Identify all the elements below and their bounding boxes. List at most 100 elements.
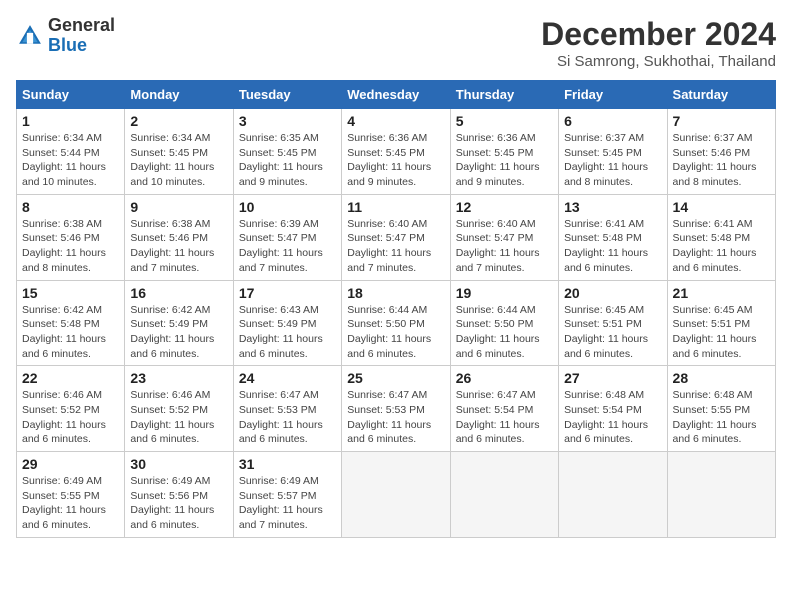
day-detail: Sunrise: 6:45 AM Sunset: 5:51 PM Dayligh… [564, 303, 661, 362]
day-detail: Sunrise: 6:38 AM Sunset: 5:46 PM Dayligh… [130, 217, 227, 276]
header-cell-saturday: Saturday [667, 81, 775, 109]
day-number: 26 [456, 370, 553, 386]
day-number: 6 [564, 113, 661, 129]
day-number: 22 [22, 370, 119, 386]
day-cell: 5Sunrise: 6:36 AM Sunset: 5:45 PM Daylig… [450, 109, 558, 195]
day-number: 31 [239, 456, 336, 472]
day-detail: Sunrise: 6:48 AM Sunset: 5:55 PM Dayligh… [673, 388, 770, 447]
day-detail: Sunrise: 6:49 AM Sunset: 5:56 PM Dayligh… [130, 474, 227, 533]
day-detail: Sunrise: 6:40 AM Sunset: 5:47 PM Dayligh… [456, 217, 553, 276]
day-detail: Sunrise: 6:46 AM Sunset: 5:52 PM Dayligh… [22, 388, 119, 447]
logo: General Blue [16, 16, 115, 56]
day-detail: Sunrise: 6:42 AM Sunset: 5:49 PM Dayligh… [130, 303, 227, 362]
day-number: 25 [347, 370, 444, 386]
day-number: 19 [456, 285, 553, 301]
day-cell: 13 Sunrise: 6:41 AM Sunset: 5:48 PM Dayli… [559, 194, 667, 280]
day-cell: 7Sunrise: 6:37 AM Sunset: 5:46 PM Daylig… [667, 109, 775, 195]
day-detail: Sunrise: 6:41 AM Sunset: 5:48 PM Dayligh… [564, 217, 661, 276]
month-title: December 2024 [541, 16, 776, 53]
day-detail: Sunrise: 6:34 AM Sunset: 5:44 PM Dayligh… [22, 131, 119, 190]
day-cell: 23Sunrise: 6:46 AM Sunset: 5:52 PM Dayli… [125, 366, 233, 452]
calendar-body: 1Sunrise: 6:34 AM Sunset: 5:44 PM Daylig… [17, 109, 776, 538]
logo-general: General [48, 16, 115, 36]
day-cell: 21 Sunrise: 6:45 AM Sunset: 5:51 PM Dayli… [667, 280, 775, 366]
day-detail: Sunrise: 6:49 AM Sunset: 5:57 PM Dayligh… [239, 474, 336, 533]
week-row-2: 8 Sunrise: 6:38 AM Sunset: 5:46 PM Daylig… [17, 194, 776, 280]
day-cell: 25Sunrise: 6:47 AM Sunset: 5:53 PM Dayli… [342, 366, 450, 452]
day-cell: 26 Sunrise: 6:47 AM Sunset: 5:54 PM Dayli… [450, 366, 558, 452]
day-cell [559, 452, 667, 538]
day-detail: Sunrise: 6:37 AM Sunset: 5:45 PM Dayligh… [564, 131, 661, 190]
header-cell-monday: Monday [125, 81, 233, 109]
day-number: 20 [564, 285, 661, 301]
day-cell: 4 Sunrise: 6:36 AM Sunset: 5:45 PM Daylig… [342, 109, 450, 195]
day-detail: Sunrise: 6:39 AM Sunset: 5:47 PM Dayligh… [239, 217, 336, 276]
day-number: 30 [130, 456, 227, 472]
day-detail: Sunrise: 6:38 AM Sunset: 5:46 PM Dayligh… [22, 217, 119, 276]
day-cell: 17Sunrise: 6:43 AM Sunset: 5:49 PM Dayli… [233, 280, 341, 366]
day-number: 4 [347, 113, 444, 129]
day-number: 8 [22, 199, 119, 215]
location: Si Samrong, Sukhothai, Thailand [541, 53, 776, 70]
logo-blue: Blue [48, 36, 115, 56]
day-cell: 30 Sunrise: 6:49 AM Sunset: 5:56 PM Dayli… [125, 452, 233, 538]
day-cell: 14 Sunrise: 6:41 AM Sunset: 5:48 PM Dayli… [667, 194, 775, 280]
day-cell: 20 Sunrise: 6:45 AM Sunset: 5:51 PM Dayli… [559, 280, 667, 366]
day-cell: 3Sunrise: 6:35 AM Sunset: 5:45 PM Daylig… [233, 109, 341, 195]
day-number: 21 [673, 285, 770, 301]
day-detail: Sunrise: 6:41 AM Sunset: 5:48 PM Dayligh… [673, 217, 770, 276]
day-cell: 18Sunrise: 6:44 AM Sunset: 5:50 PM Dayli… [342, 280, 450, 366]
day-cell: 31 Sunrise: 6:49 AM Sunset: 5:57 PM Dayli… [233, 452, 341, 538]
day-number: 29 [22, 456, 119, 472]
day-number: 18 [347, 285, 444, 301]
page-header: General Blue December 2024 Si Samrong, S… [16, 16, 776, 70]
calendar-table: SundayMondayTuesdayWednesdayThursdayFrid… [16, 80, 776, 538]
day-detail: Sunrise: 6:44 AM Sunset: 5:50 PM Dayligh… [456, 303, 553, 362]
day-number: 10 [239, 199, 336, 215]
day-detail: Sunrise: 6:42 AM Sunset: 5:48 PM Dayligh… [22, 303, 119, 362]
day-cell: 29 Sunrise: 6:49 AM Sunset: 5:55 PM Dayli… [17, 452, 125, 538]
day-number: 5 [456, 113, 553, 129]
day-detail: Sunrise: 6:47 AM Sunset: 5:54 PM Dayligh… [456, 388, 553, 447]
day-number: 11 [347, 199, 444, 215]
day-detail: Sunrise: 6:47 AM Sunset: 5:53 PM Dayligh… [239, 388, 336, 447]
logo-icon [16, 22, 44, 50]
day-cell: 11 Sunrise: 6:40 AM Sunset: 5:47 PM Dayli… [342, 194, 450, 280]
day-number: 15 [22, 285, 119, 301]
day-cell [450, 452, 558, 538]
day-detail: Sunrise: 6:49 AM Sunset: 5:55 PM Dayligh… [22, 474, 119, 533]
header-cell-thursday: Thursday [450, 81, 558, 109]
title-block: December 2024 Si Samrong, Sukhothai, Tha… [541, 16, 776, 70]
day-detail: Sunrise: 6:34 AM Sunset: 5:45 PM Dayligh… [130, 131, 227, 190]
day-cell: 1Sunrise: 6:34 AM Sunset: 5:44 PM Daylig… [17, 109, 125, 195]
day-detail: Sunrise: 6:36 AM Sunset: 5:45 PM Dayligh… [347, 131, 444, 190]
day-cell [667, 452, 775, 538]
day-detail: Sunrise: 6:40 AM Sunset: 5:47 PM Dayligh… [347, 217, 444, 276]
day-number: 14 [673, 199, 770, 215]
day-cell: 16 Sunrise: 6:42 AM Sunset: 5:49 PM Dayli… [125, 280, 233, 366]
week-row-4: 22 Sunrise: 6:46 AM Sunset: 5:52 PM Dayli… [17, 366, 776, 452]
day-number: 9 [130, 199, 227, 215]
day-cell: 15 Sunrise: 6:42 AM Sunset: 5:48 PM Dayli… [17, 280, 125, 366]
day-detail: Sunrise: 6:37 AM Sunset: 5:46 PM Dayligh… [673, 131, 770, 190]
week-row-3: 15 Sunrise: 6:42 AM Sunset: 5:48 PM Dayli… [17, 280, 776, 366]
day-cell: 24Sunrise: 6:47 AM Sunset: 5:53 PM Dayli… [233, 366, 341, 452]
day-number: 28 [673, 370, 770, 386]
day-number: 16 [130, 285, 227, 301]
day-cell: 10 Sunrise: 6:39 AM Sunset: 5:47 PM Dayli… [233, 194, 341, 280]
day-number: 17 [239, 285, 336, 301]
day-number: 2 [130, 113, 227, 129]
header-cell-friday: Friday [559, 81, 667, 109]
day-cell: 8 Sunrise: 6:38 AM Sunset: 5:46 PM Daylig… [17, 194, 125, 280]
day-number: 13 [564, 199, 661, 215]
day-number: 27 [564, 370, 661, 386]
day-number: 3 [239, 113, 336, 129]
day-number: 23 [130, 370, 227, 386]
day-cell [342, 452, 450, 538]
day-detail: Sunrise: 6:45 AM Sunset: 5:51 PM Dayligh… [673, 303, 770, 362]
day-cell: 22 Sunrise: 6:46 AM Sunset: 5:52 PM Dayli… [17, 366, 125, 452]
week-row-1: 1Sunrise: 6:34 AM Sunset: 5:44 PM Daylig… [17, 109, 776, 195]
day-cell: 12Sunrise: 6:40 AM Sunset: 5:47 PM Dayli… [450, 194, 558, 280]
day-cell: 28 Sunrise: 6:48 AM Sunset: 5:55 PM Dayli… [667, 366, 775, 452]
calendar-header: SundayMondayTuesdayWednesdayThursdayFrid… [17, 81, 776, 109]
